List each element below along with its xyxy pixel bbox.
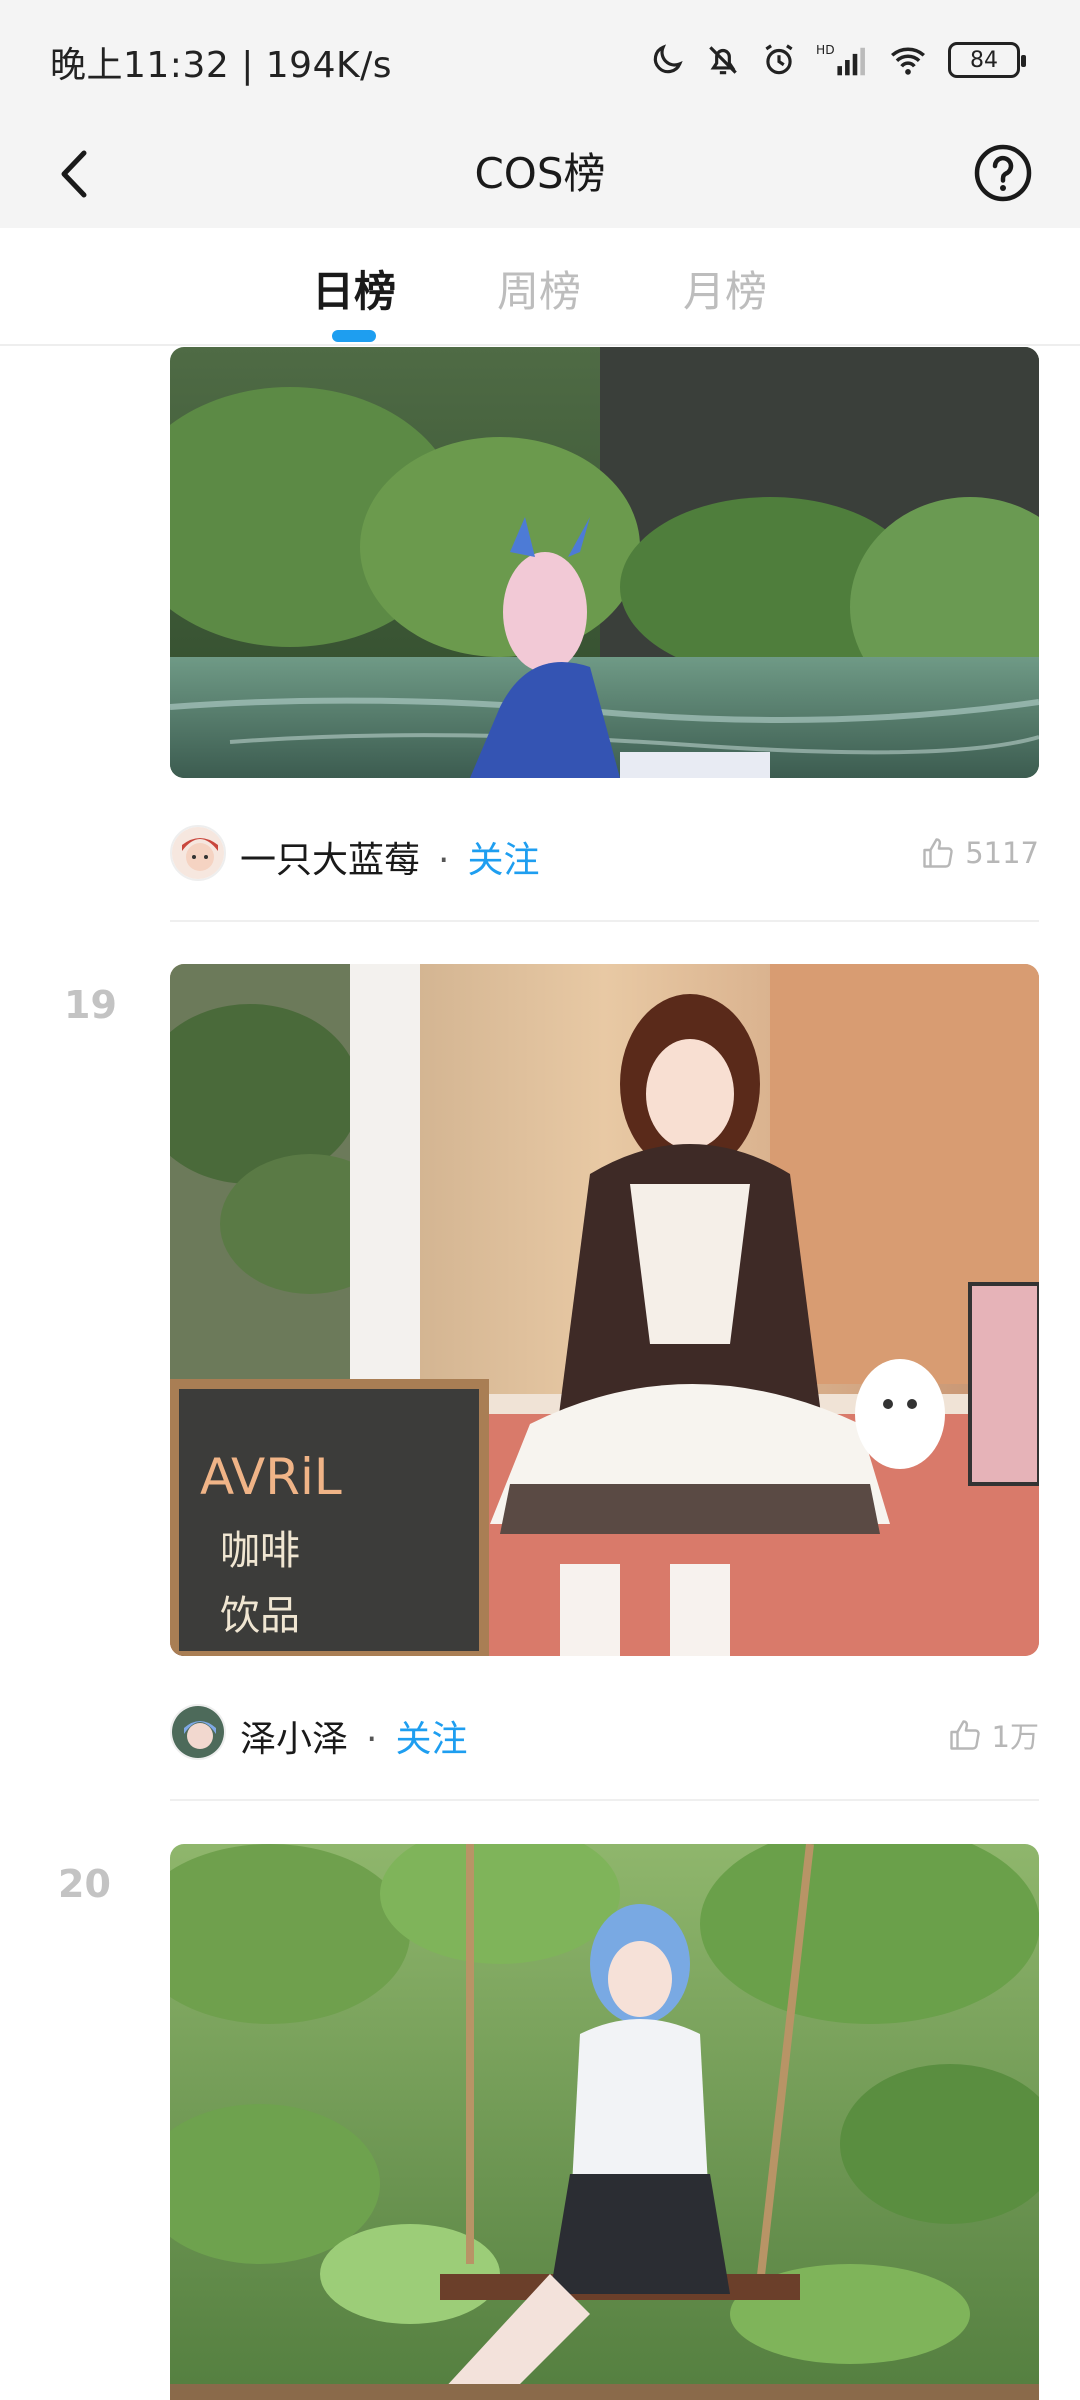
author-line: 泽小泽 · 关注 xyxy=(240,1710,467,1762)
help-button[interactable] xyxy=(968,138,1038,208)
cosplay-photo-river xyxy=(170,347,1039,778)
avatar-image xyxy=(172,1706,224,1758)
avatar[interactable] xyxy=(170,825,226,881)
author-name[interactable]: 泽小泽 xyxy=(240,1719,348,1760)
ranking-tabs: 日榜 周榜 月榜 xyxy=(0,228,1080,346)
tab-monthly[interactable]: 月榜 xyxy=(683,258,767,319)
avatar-image xyxy=(172,827,224,879)
post-author-row: 一只大蓝莓 · 关注 5117 xyxy=(170,823,1039,883)
active-tab-indicator xyxy=(332,330,376,342)
svg-text:饮品: 饮品 xyxy=(220,1593,300,1639)
separator-dot: · xyxy=(366,1719,378,1760)
follow-button[interactable]: 关注 xyxy=(467,840,539,881)
like-count: 5117 xyxy=(965,836,1039,870)
separator-dot: · xyxy=(438,840,450,881)
battery-level: 84 xyxy=(970,47,998,73)
status-time-speed: 晚上11:32 | 194K/s xyxy=(50,45,392,86)
like-button[interactable]: 1万 xyxy=(946,1714,1039,1756)
alarm-icon xyxy=(765,44,793,75)
svg-text:HD: HD xyxy=(816,43,835,57)
wifi-icon xyxy=(891,47,925,75)
moon-icon xyxy=(653,44,683,74)
status-bar: 晚上11:32 | 194K/s HD 84 xyxy=(0,0,1080,120)
like-button[interactable]: 5117 xyxy=(919,835,1039,871)
page-title: COS榜 xyxy=(474,149,606,198)
cosplay-photo-lotus xyxy=(170,1844,1039,2400)
avatar[interactable] xyxy=(170,1704,226,1760)
post-photo[interactable] xyxy=(170,347,1039,778)
follow-button[interactable]: 关注 xyxy=(395,1719,467,1760)
author-name[interactable]: 一只大蓝莓 xyxy=(240,840,420,881)
hd-signal-icon: HD xyxy=(816,43,865,76)
tab-weekly[interactable]: 周榜 xyxy=(497,258,581,319)
question-circle-icon xyxy=(974,144,1032,202)
rank-number: 20 xyxy=(58,1862,111,1906)
post-divider xyxy=(170,920,1039,922)
author-line: 一只大蓝莓 · 关注 xyxy=(240,831,539,883)
battery-icon: 84 xyxy=(948,42,1026,78)
cosplay-photo-cafe: AVRiL 咖啡 饮品 xyxy=(170,964,1039,1656)
bell-off-icon xyxy=(709,46,737,75)
thumbs-up-icon xyxy=(949,1720,980,1750)
ranking-feed[interactable]: 一只大蓝莓 · 关注 5117 19 AVRiL 咖啡 饮品 泽小泽 · 关注 … xyxy=(0,347,1080,2400)
svg-text:咖啡: 咖啡 xyxy=(220,1528,300,1574)
post-photo[interactable]: AVRiL 咖啡 饮品 xyxy=(170,964,1039,1656)
post-divider xyxy=(170,1799,1039,1801)
thumbs-up-icon xyxy=(923,838,953,868)
tab-daily[interactable]: 日榜 xyxy=(312,258,396,319)
post-author-row: 泽小泽 · 关注 1万 xyxy=(170,1702,1039,1762)
svg-text:AVRiL: AVRiL xyxy=(200,1448,342,1506)
header-bar: COS榜 xyxy=(0,120,1080,228)
post-photo[interactable] xyxy=(170,1844,1039,2400)
rank-number: 19 xyxy=(64,983,117,1027)
status-icons: HD 84 xyxy=(648,38,1026,82)
like-count: 1万 xyxy=(991,1720,1039,1754)
